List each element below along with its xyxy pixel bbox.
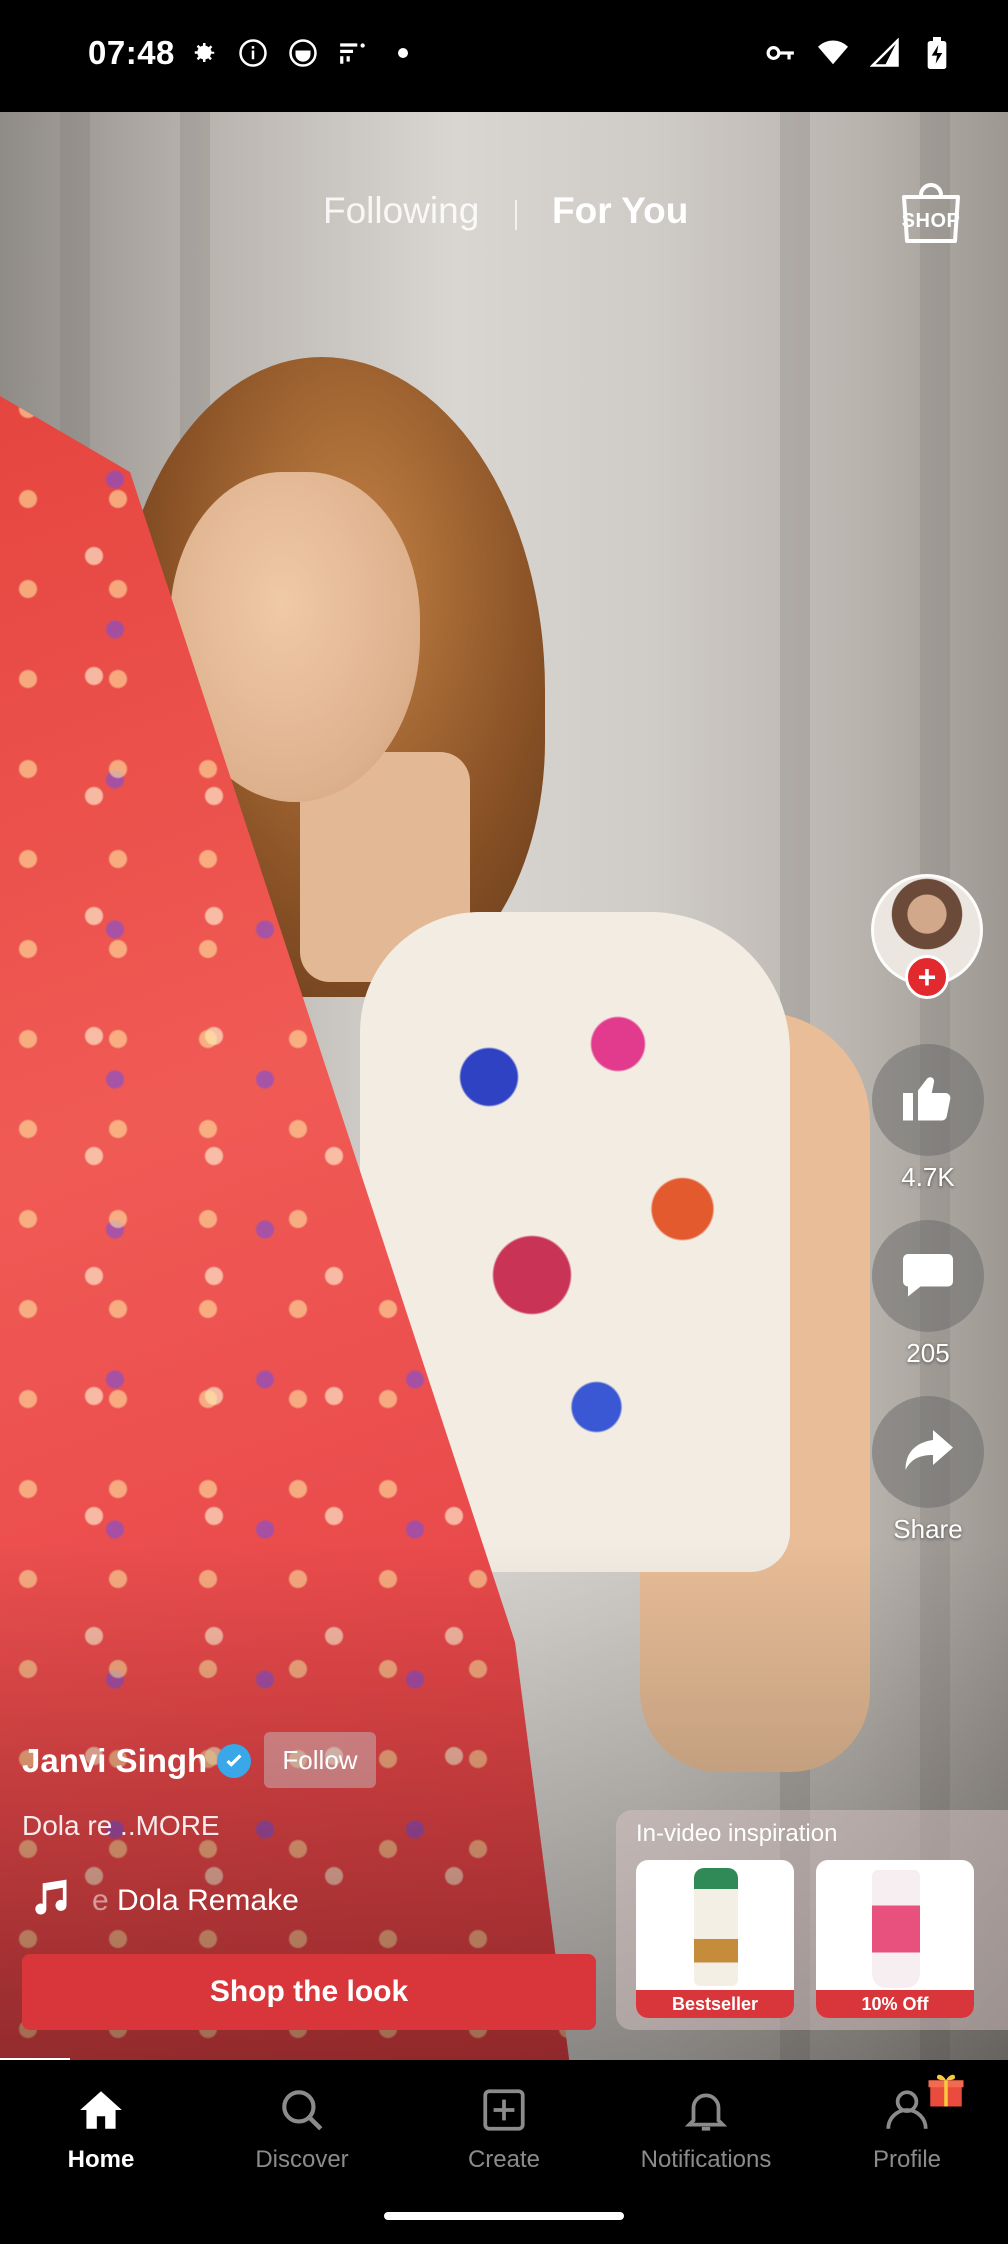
music-note-icon [28,1876,72,1925]
shop-button[interactable]: SHOP [892,180,970,250]
app-icon [288,38,318,68]
share-label: Share [893,1514,963,1544]
follow-button[interactable]: Follow [264,1732,376,1788]
cell-signal-icon [870,38,900,68]
music-prefix: e [92,1883,109,1917]
verified-badge-icon [217,1744,252,1778]
inspiration-panel: In-video inspiration Bestseller 10% Off [616,1810,1008,2030]
comment-icon [898,1244,958,1309]
like-group: 4.7K [870,1044,986,1193]
username-text: Janvi Singh [22,1742,208,1779]
follow-plus-button[interactable]: + [905,955,949,999]
shop-the-look-button[interactable]: Shop the look [22,1954,596,2030]
nav-discover-label: Discover [255,2146,349,2173]
like-button[interactable] [872,1044,984,1156]
comment-count: 205 [906,1338,950,1368]
feed-tabs: Following For You [0,190,1008,250]
gesture-bar[interactable] [384,2212,624,2220]
music-title: Dola Remake [117,1883,299,1917]
bell-icon [626,2082,786,2138]
nav-home[interactable]: Home [21,2082,181,2174]
music-row[interactable]: e Dola Remake [28,1876,299,1925]
status-bar: 07:48 [0,0,1008,112]
nav-discover[interactable]: Discover [222,2082,382,2174]
nav-profile[interactable]: Profile [827,2074,987,2174]
product-card[interactable]: 10% Off [816,1860,974,2018]
home-icon [21,2082,181,2138]
comment-group: 205 [870,1220,986,1369]
dot-icon [388,38,418,68]
nav-notifications-label: Notifications [640,2146,772,2173]
battery-charging-icon [922,37,952,69]
profile-icon [827,2074,987,2138]
music-label: e Dola Remake [92,1884,299,1918]
nav-profile-label: Profile [872,2146,942,2173]
share-arrow-icon [898,1420,958,1485]
inspiration-title: In-video inspiration [636,1820,838,1847]
thumbs-up-icon [898,1068,958,1133]
status-icons-left [188,38,418,68]
tab-divider [515,200,517,230]
video-caption[interactable]: Dola re ..MORE [22,1810,220,1842]
product-badge: Bestseller [636,1990,794,2018]
creator-username[interactable]: Janvi Singh [22,1742,252,1780]
product-card[interactable]: Bestseller [636,1860,794,2018]
gift-icon [925,2068,967,2115]
status-time: 07:48 [88,34,175,71]
key-icon [766,38,796,68]
product-badge: 10% Off [816,1990,974,2018]
status-icons-right [766,37,952,69]
search-icon [222,2082,382,2138]
signal-app-icon [338,38,368,68]
bottom-nav: Home Discover Create Notifications Profi… [0,2060,1008,2244]
gear-icon [188,38,218,68]
nav-create-label: Create [467,2146,541,2173]
shop-label: SHOP [901,210,961,232]
product-image [872,1870,920,1988]
create-icon [424,2082,584,2138]
nav-home-label: Home [67,2146,135,2173]
share-button[interactable] [872,1396,984,1508]
wifi-icon [818,38,848,68]
nav-create[interactable]: Create [424,2082,584,2174]
nav-notifications[interactable]: Notifications [626,2082,786,2174]
product-image [694,1868,738,1986]
share-group: Share [870,1396,986,1545]
tab-for-you[interactable]: For You [552,190,688,232]
info-icon [238,38,268,68]
tab-following[interactable]: Following [323,190,479,232]
comment-button[interactable] [872,1220,984,1332]
like-count: 4.7K [901,1162,955,1192]
